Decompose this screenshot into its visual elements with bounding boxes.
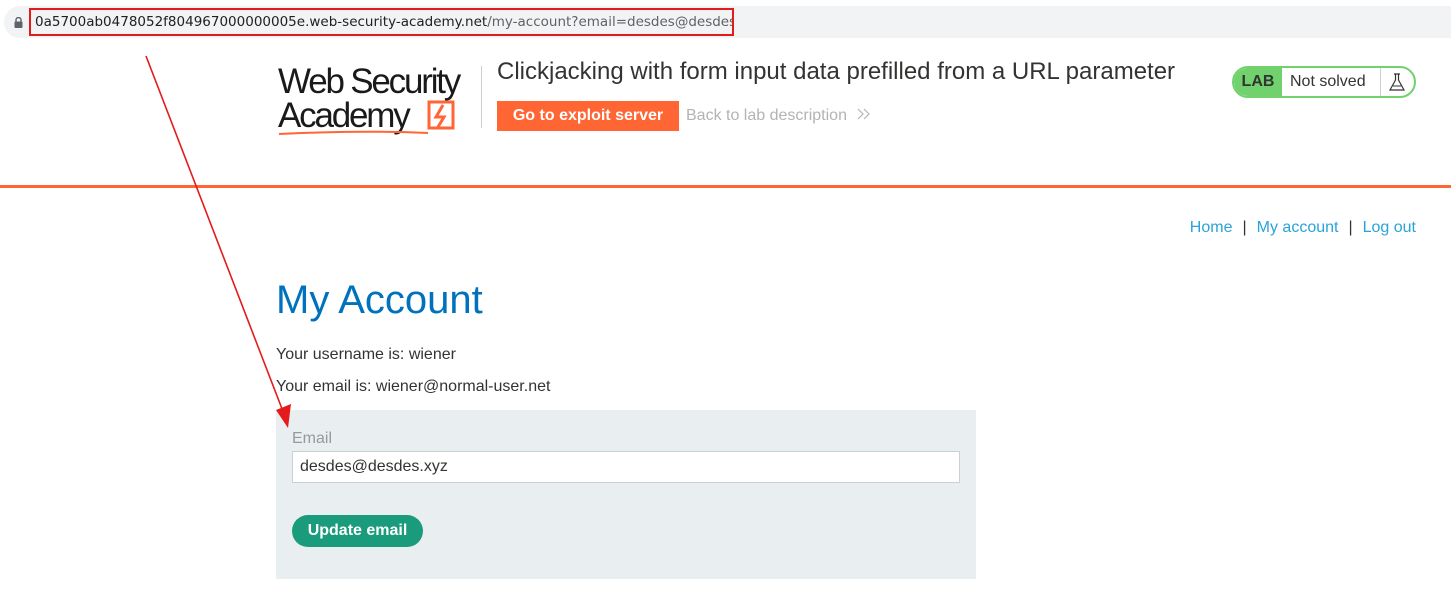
- top-nav: Home | My account | Log out: [1190, 219, 1416, 237]
- username-text: Your username is: wiener: [276, 346, 456, 363]
- email-text: Your email is: wiener@normal-user.net: [276, 378, 551, 395]
- lock-icon: [14, 17, 23, 28]
- nav-separator: |: [1242, 219, 1247, 236]
- flask-icon: [1388, 73, 1406, 91]
- nav-log-out-link[interactable]: Log out: [1363, 219, 1416, 236]
- logo-bolt-icon: [427, 100, 455, 130]
- back-to-lab-description-link[interactable]: Back to lab description: [686, 101, 871, 131]
- header-rule: [0, 185, 1451, 188]
- lab-status-widget: LAB Not solved: [1232, 66, 1416, 98]
- change-email-form: Email desdes@desdes.xyz Update email: [276, 410, 976, 579]
- browser-toolbar: 0a5700ab0478052f804967000000005e.web-sec…: [0, 0, 1451, 42]
- page-title: My Account: [276, 278, 483, 322]
- logo-text-line2: Academy: [278, 96, 411, 135]
- url-host: 0a5700ab0478052f804967000000005e.web-sec…: [35, 14, 488, 30]
- logo-underline: [278, 130, 429, 135]
- logo-text-line1: Web Security: [278, 62, 461, 101]
- go-to-exploit-server-button[interactable]: Go to exploit server: [497, 101, 679, 131]
- academy-logo[interactable]: Web Security Academy: [278, 62, 478, 138]
- nav-my-account-link[interactable]: My account: [1257, 219, 1339, 236]
- lab-title: Clickjacking with form input data prefil…: [497, 58, 1176, 85]
- url-text[interactable]: 0a5700ab0478052f804967000000005e.web-sec…: [29, 8, 734, 36]
- nav-home-link[interactable]: Home: [1190, 219, 1233, 236]
- lab-state-label: Not solved: [1290, 73, 1366, 90]
- email-label: Email: [292, 430, 333, 447]
- chevron-right-icon: [858, 108, 871, 120]
- lab-badge: LAB: [1234, 68, 1282, 96]
- email-input[interactable]: desdes@desdes.xyz: [292, 451, 960, 483]
- update-email-button[interactable]: Update email: [292, 515, 423, 547]
- nav-separator: |: [1348, 219, 1353, 236]
- header-divider: [481, 66, 482, 128]
- back-link-label: Back to lab description: [686, 107, 847, 124]
- url-path: /my-account?email=desdes@desdes.xyz: [487, 14, 732, 30]
- lab-status-divider: [1380, 68, 1381, 96]
